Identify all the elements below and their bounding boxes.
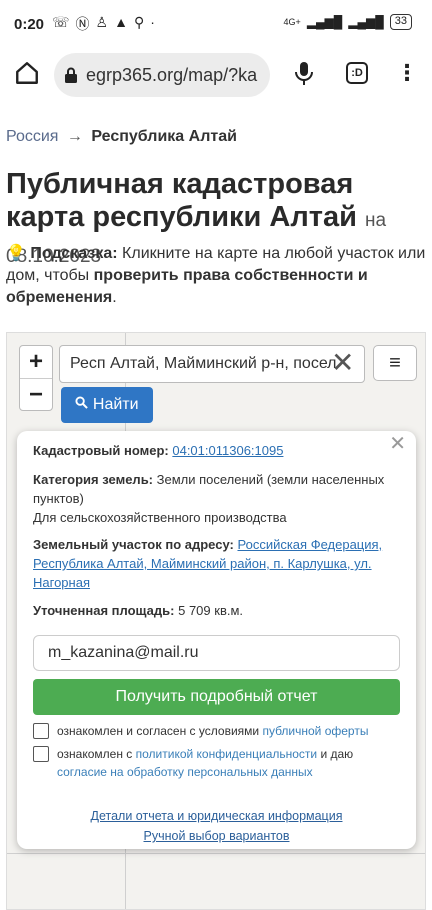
network-type: 4G+	[283, 17, 301, 27]
lightbulb-icon: 💡	[6, 245, 26, 262]
privacy-checkbox-label: ознакомлен с политикой конфиденциальност…	[57, 745, 397, 781]
hint-end: .	[112, 289, 117, 306]
page-content: Россия → Республика Алтай Публичная када…	[0, 106, 432, 910]
area-row: Уточненная площадь: 5 709 кв.м.	[33, 601, 393, 620]
address-bar[interactable]: egrp365.org/map/?ka	[54, 53, 270, 97]
clear-search-icon[interactable]: ✕	[331, 349, 354, 377]
search-icon	[75, 396, 89, 409]
tab-switcher-button[interactable]: :D	[346, 62, 368, 84]
category-label: Категория земель:	[33, 472, 154, 487]
url-text: egrp365.org/map/?ka	[86, 64, 258, 85]
browser-toolbar: egrp365.org/map/?ka :D ⋮	[0, 48, 432, 106]
get-report-button[interactable]: Получить подробный отчет	[33, 679, 400, 715]
parcel-popup: ✕ Кадастровый номер: 04:01:011306:1095 К…	[17, 431, 416, 849]
address-row: Земельный участок по адресу: Российская …	[33, 535, 393, 592]
hint: 💡 Подсказка: Кликните на карте на любой …	[6, 243, 426, 309]
offer-checkbox-label: ознакомлен и согласен с условиями публич…	[57, 722, 397, 740]
privacy-policy-link[interactable]: политикой конфиденциальности	[136, 747, 317, 761]
browser-menu-icon[interactable]: ⋮	[396, 60, 418, 86]
system-icons: 4G+ ▂▄▆█ ▂▄▆█ 33	[284, 14, 412, 30]
map-road	[7, 853, 425, 854]
breadcrumb-link-russia[interactable]: Россия	[6, 128, 58, 145]
report-details-link[interactable]: Детали отчета и юридическая информация	[17, 807, 416, 826]
find-button-label: Найти	[92, 396, 139, 413]
cadastral-number-link[interactable]: 04:01:011306:1095	[172, 443, 283, 458]
nfc-icon: Ⓝ	[75, 16, 90, 32]
breadcrumb-current: Республика Алтай	[91, 128, 237, 145]
address-label: Земельный участок по адресу:	[33, 537, 234, 552]
zoom-in-button[interactable]: +	[20, 346, 52, 379]
cadastral-row: Кадастровый номер: 04:01:011306:1095	[33, 441, 393, 460]
notification-icons: ☏ Ⓝ ♙ ▲ ⚲ ·	[52, 14, 155, 34]
search-status-icon: ⚲	[133, 14, 145, 30]
find-button[interactable]: Найти	[61, 387, 153, 423]
usage-value: Для сельскохозяйственного производства	[33, 510, 287, 525]
privacy-checkbox[interactable]	[33, 746, 49, 762]
signal-icon-2: ▂▄▆█	[348, 15, 384, 29]
mic-icon[interactable]	[294, 60, 314, 86]
breadcrumb: Россия → Республика Алтай	[6, 128, 237, 146]
map-search-input[interactable]: Респ Алтай, Майминский р-н, посел	[59, 345, 365, 383]
cadastral-map[interactable]: + − Респ Алтай, Майминский р-н, посел ✕ …	[6, 332, 426, 910]
warning-icon: ▲	[114, 14, 128, 30]
offer-checkbox[interactable]	[33, 723, 49, 739]
page-title-text: Публичная кадастровая карта республики А…	[6, 168, 357, 233]
consent-link[interactable]: согласие на обработку персональных данны…	[57, 765, 313, 779]
area-label: Уточненная площадь:	[33, 603, 175, 618]
breadcrumb-arrow: →	[66, 128, 83, 145]
zoom-out-button[interactable]: −	[20, 379, 52, 412]
dot-icon: ·	[150, 14, 155, 30]
offer-link[interactable]: публичной оферты	[262, 724, 368, 738]
signal-icon: ▂▄▆█	[306, 15, 343, 29]
manual-selection-link[interactable]: Ручной выбор вариантов	[17, 827, 416, 846]
status-bar: 0:20 ☏ Ⓝ ♙ ▲ ⚲ · 4G+ ▂▄▆█ ▂▄▆█ 33	[0, 0, 432, 48]
area-value: 5 709 кв.м.	[178, 603, 244, 618]
cadastral-label: Кадастровый номер:	[33, 443, 169, 458]
category-row: Категория земель: Земли поселений (земли…	[33, 470, 393, 527]
person-icon: ♙	[95, 14, 109, 30]
map-menu-button[interactable]: ≡	[373, 345, 417, 381]
battery-icon: 33	[389, 14, 412, 30]
hint-label: Подсказка:	[30, 245, 118, 262]
zoom-control: + −	[19, 345, 53, 411]
privacy-mid-text: и даю	[320, 747, 354, 761]
whatsapp-icon: ☏	[52, 14, 70, 30]
home-icon[interactable]	[14, 60, 40, 86]
email-field[interactable]: m_kazanina@mail.ru	[33, 635, 400, 671]
lock-icon	[65, 67, 77, 83]
privacy-text: ознакомлен с	[57, 747, 133, 761]
status-time: 0:20	[14, 16, 45, 33]
offer-text: ознакомлен и согласен с условиями	[57, 724, 260, 738]
